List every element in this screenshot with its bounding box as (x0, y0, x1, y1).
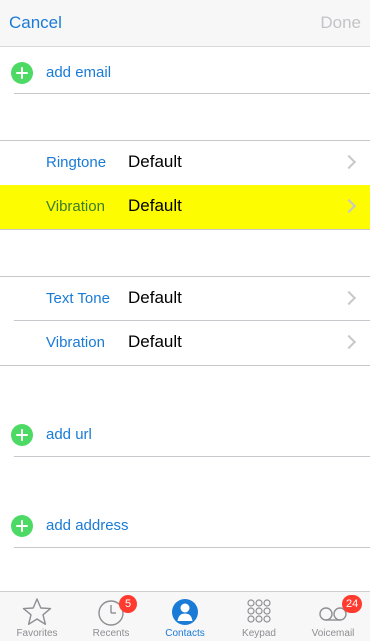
done-button[interactable]: Done (320, 13, 361, 33)
tab-contacts[interactable]: Contacts (148, 592, 222, 641)
add-icon[interactable] (11, 424, 33, 446)
star-icon (22, 598, 52, 625)
chevron-right-icon (341, 154, 357, 170)
tab-keypad[interactable]: Keypad (222, 592, 296, 641)
navigation-bar: Cancel Done (0, 0, 370, 47)
tab-label: Voicemail (311, 628, 355, 639)
separator (14, 547, 370, 548)
chevron-right-icon (341, 198, 357, 214)
separator (14, 456, 370, 457)
cancel-button[interactable]: Cancel (9, 13, 62, 33)
separator (0, 365, 370, 366)
keypad-icon (247, 599, 271, 623)
text-tone-row[interactable]: Text Tone Default (0, 277, 370, 321)
tab-label: Recents (92, 628, 130, 639)
add-address-row[interactable]: add address (0, 503, 370, 549)
person-icon (172, 599, 198, 625)
text-tone-vibration-value: Default (128, 332, 182, 351)
separator (0, 229, 370, 230)
ringtone-vibration-value: Default (128, 196, 182, 215)
chevron-right-icon (341, 290, 357, 306)
ringtone-value: Default (128, 152, 182, 171)
text-tone-value: Default (128, 288, 182, 307)
voicemail-badge: 24 (342, 595, 363, 613)
add-email-row[interactable]: add email (0, 50, 370, 96)
add-url-row[interactable]: add url (0, 412, 370, 458)
recents-badge: 5 (119, 595, 137, 613)
ringtone-row[interactable]: Ringtone Default (0, 141, 370, 185)
tab-label: Contacts (165, 628, 205, 639)
tab-voicemail[interactable]: 24 Voicemail (296, 592, 370, 641)
tab-label: Favorites (16, 628, 58, 639)
tab-recents[interactable]: 5 Recents (74, 592, 148, 641)
add-email-label: add email (46, 64, 112, 81)
add-icon[interactable] (11, 62, 33, 84)
text-tone-vibration-row[interactable]: Vibration Default (0, 321, 370, 365)
chevron-right-icon (341, 334, 357, 350)
ringtone-label: Ringtone (46, 154, 107, 171)
ringtone-vibration-label: Vibration (46, 198, 105, 215)
tab-label: Keypad (242, 628, 276, 639)
text-tone-label: Text Tone (46, 290, 110, 307)
add-url-label: add url (46, 426, 92, 443)
text-tone-vibration-label: Vibration (46, 334, 105, 351)
ringtone-vibration-row[interactable]: Vibration Default (0, 185, 370, 229)
add-address-label: add address (46, 517, 129, 534)
separator (14, 93, 370, 94)
add-icon[interactable] (11, 515, 33, 537)
tab-favorites[interactable]: Favorites (0, 592, 74, 641)
tab-bar: Favorites 5 Recents Contacts Keypad 24 V… (0, 591, 370, 641)
